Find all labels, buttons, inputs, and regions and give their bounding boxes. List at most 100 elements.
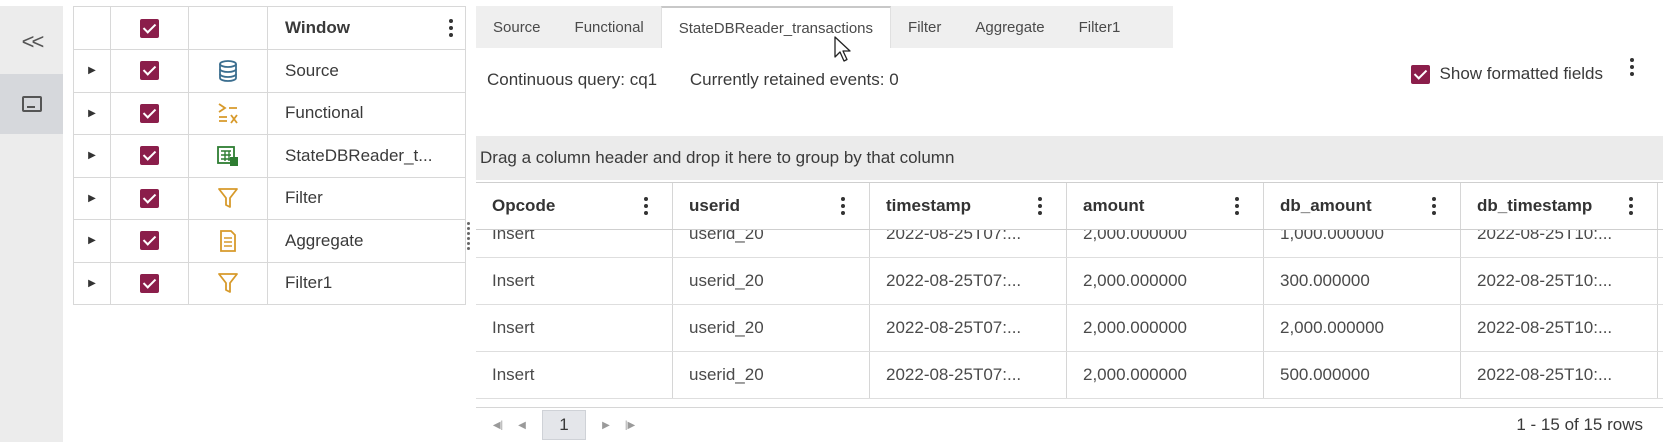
table-cell: 2022-08-25T07:... [870, 258, 1067, 304]
table-cell: userid_20 [673, 230, 870, 257]
database-icon [189, 50, 268, 92]
tree-row-filter1[interactable]: ▶ Filter1 [74, 262, 466, 305]
collapse-icon[interactable]: << [0, 12, 63, 72]
query-info: Continuous query: cq1 Currently retained… [487, 70, 899, 90]
window-tree-header: Window [74, 6, 466, 50]
column-header-opcode[interactable]: Opcode [476, 183, 673, 229]
row-count-summary: 1 - 15 of 15 rows [1516, 415, 1643, 434]
window-detail-pane: Source Functional StateDBReader_transact… [476, 6, 1663, 442]
current-page-button[interactable]: 1 [542, 410, 586, 440]
table-cell: 2022-08-25T07:... [870, 352, 1067, 398]
table-row[interactable]: Insert userid_20 2022-08-25T07:... 2,000… [476, 352, 1663, 399]
row-checkbox[interactable] [140, 273, 159, 293]
retained-events-label: Currently retained events: 0 [689, 70, 899, 89]
table-cell: 2022-08-25T10:... [1461, 305, 1658, 351]
expand-arrow-icon[interactable]: ▶ [74, 92, 111, 134]
tree-row-functional[interactable]: ▶ Functional [74, 92, 466, 135]
column-header-timestamp[interactable]: timestamp [870, 183, 1067, 229]
table-cell: 2,000.000000 [1067, 305, 1264, 351]
next-page-icon[interactable]: ▶ [594, 420, 618, 431]
table-cell: 500.000000 [1264, 352, 1461, 398]
column-menu-icon[interactable] [644, 197, 648, 215]
tree-row-label: StateDBReader_t... [285, 145, 433, 165]
filter-icon [189, 262, 268, 304]
table-cell: 2022-08-25T10:... [1461, 230, 1658, 257]
column-header-db-timestamp[interactable]: db_timestamp [1461, 183, 1658, 229]
expand-arrow-icon[interactable]: ▶ [74, 262, 111, 304]
left-rail: << [0, 6, 63, 442]
expand-arrow-icon[interactable]: ▶ [74, 177, 111, 219]
tree-row-label: Aggregate [285, 230, 364, 250]
last-page-icon[interactable]: |▶ [618, 420, 642, 431]
mouse-pointer-icon [834, 36, 851, 62]
show-formatted-fields-label: Show formatted fields [1439, 64, 1603, 83]
events-grid: Opcode userid timestamp amount db_amount… [476, 182, 1663, 407]
table-row[interactable]: Insert userid_20 2022-08-25T07:... 2,000… [476, 230, 1663, 258]
tab-filter1[interactable]: Filter1 [1062, 6, 1138, 48]
column-menu-icon[interactable] [841, 197, 845, 215]
tab-filter[interactable]: Filter [891, 6, 958, 48]
row-checkbox[interactable] [140, 61, 159, 81]
aggregate-icon [189, 220, 268, 262]
window-tabs: Source Functional StateDBReader_transact… [476, 6, 1173, 48]
table-cell: Insert [476, 352, 673, 398]
tab-functional[interactable]: Functional [558, 6, 661, 48]
table-cell: userid_20 [673, 305, 870, 351]
table-cell: 300.000000 [1264, 258, 1461, 304]
select-all-checkbox[interactable] [140, 18, 159, 38]
tab-statedbreader-transactions[interactable]: StateDBReader_transactions [660, 6, 892, 48]
table-cell: Insert [476, 258, 673, 304]
tree-row-label: Functional [285, 103, 364, 123]
window-column-menu-icon[interactable] [449, 19, 453, 37]
table-cell: 2,000.000000 [1264, 305, 1461, 351]
tree-row-label: Filter1 [285, 273, 333, 293]
column-menu-icon[interactable] [1432, 197, 1436, 215]
column-header-amount[interactable]: amount [1067, 183, 1264, 229]
column-menu-icon[interactable] [1629, 197, 1633, 215]
tree-row-filter[interactable]: ▶ Filter [74, 177, 466, 220]
show-formatted-fields-checkbox[interactable] [1410, 64, 1430, 84]
expand-arrow-icon[interactable]: ▶ [74, 50, 111, 92]
tab-aggregate[interactable]: Aggregate [958, 6, 1061, 48]
table-cell: 2022-08-25T07:... [870, 305, 1067, 351]
panel-toggle-button[interactable] [0, 74, 63, 134]
table-cell: 1,000.000000 [1264, 230, 1461, 257]
previous-page-icon[interactable]: ◀ [510, 420, 534, 431]
table-cell: Insert [476, 230, 673, 257]
options-menu-icon[interactable] [1630, 58, 1634, 76]
tab-source[interactable]: Source [476, 6, 558, 48]
grid-body[interactable]: Insert userid_20 2022-08-25T07:... 2,000… [476, 230, 1663, 407]
column-menu-icon[interactable] [1235, 197, 1239, 215]
row-checkbox[interactable] [140, 146, 159, 166]
table-cell: 2022-08-25T07:... [870, 230, 1067, 257]
expand-arrow-icon[interactable]: ▶ [74, 220, 111, 262]
pane-splitter-handle[interactable] [467, 222, 471, 250]
table-row[interactable]: Insert userid_20 2022-08-25T07:... 2,000… [476, 305, 1663, 352]
table-cell: 2,000.000000 [1067, 230, 1264, 257]
grid-header: Opcode userid timestamp amount db_amount… [476, 182, 1663, 230]
window-column-header: Window [285, 18, 350, 37]
table-row[interactable]: Insert userid_20 2022-08-25T07:... 2,000… [476, 258, 1663, 305]
show-formatted-fields-toggle[interactable]: Show formatted fields [1410, 64, 1603, 84]
column-header-db-amount[interactable]: db_amount [1264, 183, 1461, 229]
column-header-userid[interactable]: userid [673, 183, 870, 229]
row-checkbox[interactable] [140, 188, 159, 208]
column-menu-icon[interactable] [1038, 197, 1042, 215]
first-page-icon[interactable]: ◀| [486, 420, 510, 431]
row-checkbox[interactable] [140, 103, 159, 123]
pagination-bar: ◀| ◀ 1 ▶ |▶ 1 - 15 of 15 rows [476, 407, 1663, 442]
table-cell: userid_20 [673, 258, 870, 304]
functional-icon [189, 92, 268, 134]
window-tree: Window ▶ Source ▶ Functional ▶ StateDBRe… [73, 6, 466, 305]
table-cell: 2022-08-25T10:... [1461, 352, 1658, 398]
table-cell: 2,000.000000 [1067, 352, 1264, 398]
group-by-drop-area[interactable]: Drag a column header and drop it here to… [476, 136, 1663, 180]
row-checkbox[interactable] [140, 231, 159, 251]
panel-icon [21, 96, 42, 112]
tree-row-label: Filter [285, 188, 323, 208]
calculator-icon [189, 135, 268, 177]
tree-row-statedbreader[interactable]: ▶ StateDBReader_t... [74, 135, 466, 178]
expand-arrow-icon[interactable]: ▶ [74, 135, 111, 177]
tree-row-aggregate[interactable]: ▶ Aggregate [74, 220, 466, 263]
tree-row-source[interactable]: ▶ Source [74, 50, 466, 93]
